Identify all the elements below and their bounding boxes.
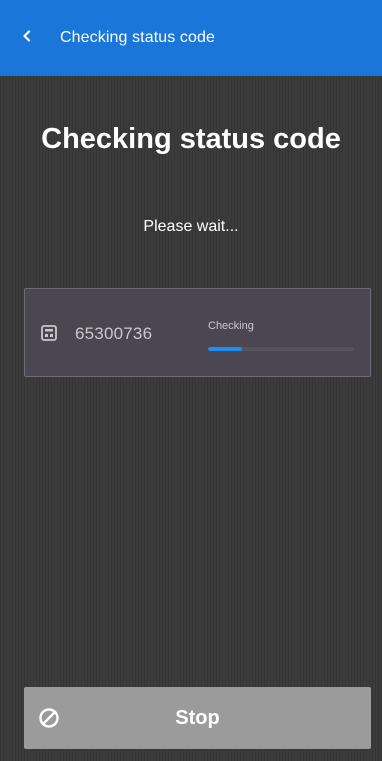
back-button[interactable] bbox=[0, 0, 50, 76]
stop-button[interactable]: Stop bbox=[24, 687, 371, 749]
stop-button-label: Stop bbox=[175, 707, 220, 729]
progress-bar-fill bbox=[208, 347, 242, 351]
list-item: 65300736 Checking bbox=[24, 288, 371, 377]
app-bar-title: Checking status code bbox=[60, 29, 215, 46]
app-bar: Checking status code bbox=[0, 0, 382, 76]
item-status: Checking bbox=[208, 320, 254, 332]
item-code: 65300736 bbox=[75, 324, 153, 343]
chevron-left-icon bbox=[21, 29, 33, 47]
progress-bar bbox=[208, 347, 354, 351]
page-subtitle: Please wait... bbox=[143, 218, 239, 235]
page-title: Checking status code bbox=[41, 123, 341, 155]
screen: Checking status code Checking status cod… bbox=[0, 0, 382, 761]
calculator-icon bbox=[41, 325, 57, 341]
